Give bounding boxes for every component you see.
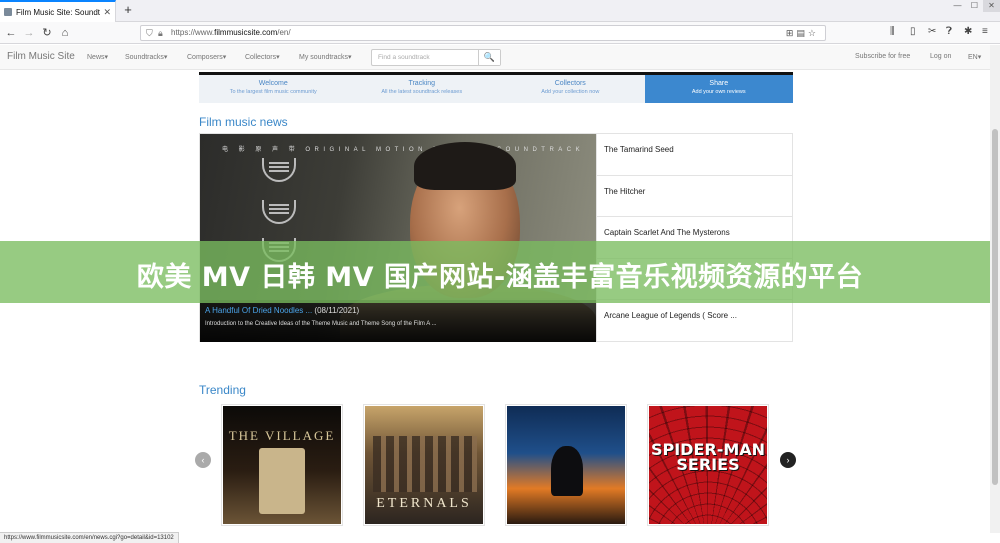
home-icon[interactable]: ⌂ (58, 26, 72, 40)
hero-hair (414, 142, 516, 190)
carousel-prev-icon[interactable]: ‹ (195, 452, 211, 468)
site-brand[interactable]: Film Music Site (7, 51, 75, 62)
featured-caption: A Handful Of Dried Noodles ... (08/11/20… (200, 300, 596, 342)
shield-icon[interactable]: ⛉ (146, 26, 153, 40)
trending-cover[interactable]: ETERNALS (363, 404, 485, 526)
trending-cover[interactable] (505, 404, 627, 526)
cover-paper-image (259, 448, 305, 514)
maximize-icon[interactable]: ☐ (966, 0, 983, 12)
tab-title: Film Music Site: Soundtrack I (16, 7, 101, 17)
featured-news-image[interactable]: 电 影 原 声 带 ORIGINAL MOTION PICTURE SOUNDT… (200, 134, 596, 342)
menu-my-soundtracks[interactable]: My soundtracks▾ (299, 53, 352, 61)
reload-icon[interactable]: ↻ (40, 26, 54, 40)
menu-composers[interactable]: Composers▾ (187, 53, 226, 61)
trending-cover[interactable]: SPIDER-MAN SERIES (647, 404, 769, 526)
favicon-icon (4, 8, 12, 16)
news-heading: Film music news (199, 115, 288, 129)
feature-collectors[interactable]: Collectors Add your collection now (496, 75, 645, 103)
new-tab-button[interactable]: + (121, 3, 135, 17)
back-icon[interactable]: ← (4, 26, 18, 40)
search-box: Find a soundtrack 🔍 (371, 49, 501, 66)
news-list-item[interactable]: Arcane League of Legends ( Score ... (597, 300, 793, 342)
login-link[interactable]: Log on (930, 53, 951, 60)
window-controls: — ☐ ✕ (949, 0, 1000, 12)
feature-welcome[interactable]: Welcome To the largest film music commun… (199, 75, 348, 103)
cover-figures-image (373, 436, 477, 492)
url-domain: filmmusicsite.com (214, 28, 278, 37)
news-list: The Tamarind Seed The Hitcher Captain Sc… (596, 134, 793, 342)
menu-soundtracks[interactable]: Soundtracks▾ (125, 53, 167, 61)
extensions-icon[interactable]: ✱ (964, 26, 972, 37)
url-prefix: https://www. (171, 28, 215, 37)
cover-art-eternals: ETERNALS (365, 406, 483, 524)
url-path: /en/ (277, 28, 291, 37)
window-close-icon[interactable]: ✕ (983, 0, 1000, 12)
feature-share[interactable]: Share Add your own reviews (644, 75, 793, 103)
minimize-icon[interactable]: — (949, 0, 966, 12)
cover-art-spider-man: SPIDER-MAN SERIES (649, 406, 767, 524)
sidebar-icon[interactable]: ▯ (910, 26, 916, 37)
soundtrack-banner-text: 电 影 原 声 带 ORIGINAL MOTION PICTURE SOUNDT… (222, 147, 585, 153)
lock-icon[interactable]: 🔒︎ (158, 26, 163, 40)
extension-icon[interactable]: ✂ (928, 26, 936, 37)
language-select[interactable]: EN▾ (968, 53, 981, 61)
address-bar[interactable]: ⛉ 🔒︎ https://www.filmmusicsite.com/en/ ⊞… (140, 25, 826, 41)
help-icon[interactable]: ❓︎ (946, 26, 952, 37)
trending-cover[interactable]: THE VILLAGE (221, 404, 343, 526)
close-tab-icon[interactable]: ✕ (103, 7, 111, 18)
news-list-item[interactable]: The Hitcher (597, 176, 793, 218)
news-list-item[interactable]: The Tamarind Seed (597, 134, 793, 176)
batman-figure (551, 446, 583, 496)
laurel-award-icon (262, 158, 296, 182)
browser-tab[interactable]: Film Music Site: Soundtrack I ✕ (0, 0, 116, 22)
laurel-award-icon (262, 200, 296, 224)
featured-news-desc: Introduction to the Creative Ideas of th… (205, 321, 437, 327)
forward-icon[interactable]: → (22, 26, 36, 40)
browser-nav-bar: ← → ↻ ⌂ ⛉ 🔒︎ https://www.filmmusicsite.c… (0, 22, 1000, 44)
overlay-banner-text: 欧美 MV 日韩 MV 国产网站-涵盖丰富音乐视频资源的平台 (136, 262, 864, 293)
status-bar-url: https://www.filmmusicsite.com/en/news.cg… (0, 532, 179, 543)
page-actions[interactable]: ⊞▤☆ (786, 26, 819, 40)
library-icon[interactable]: ⫼ (890, 26, 895, 37)
search-icon[interactable]: 🔍 (478, 50, 500, 65)
menu-news[interactable]: News▾ (87, 53, 108, 61)
trending-heading: Trending (199, 383, 246, 397)
feature-tracking[interactable]: Tracking All the latest soundtrack relea… (347, 75, 496, 103)
news-panel: 电 影 原 声 带 ORIGINAL MOTION PICTURE SOUNDT… (199, 133, 793, 342)
cover-art-village: THE VILLAGE (223, 406, 341, 524)
site-navbar: Film Music Site News▾ Soundtracks▾ Compo… (0, 45, 1000, 70)
search-input[interactable]: Find a soundtrack (378, 54, 430, 61)
cover-art-dark-knight (507, 406, 625, 524)
carousel-next-icon[interactable]: › (780, 452, 796, 468)
feature-tabs: Welcome To the largest film music commun… (199, 75, 793, 103)
featured-news-title[interactable]: A Handful Of Dried Noodles ... (08/11/20… (205, 306, 359, 315)
page-scrollbar[interactable] (990, 45, 1000, 533)
menu-collectors[interactable]: Collectors▾ (245, 53, 280, 61)
overlay-banner: 欧美 MV 日韩 MV 国产网站-涵盖丰富音乐视频资源的平台 (0, 241, 1000, 303)
scrollbar-thumb[interactable] (992, 129, 998, 485)
subscribe-link[interactable]: Subscribe for free (855, 53, 910, 60)
menu-icon[interactable]: ≡ (982, 26, 988, 37)
browser-tab-bar: Film Music Site: Soundtrack I ✕ + — ☐ ✕ (0, 0, 1000, 22)
